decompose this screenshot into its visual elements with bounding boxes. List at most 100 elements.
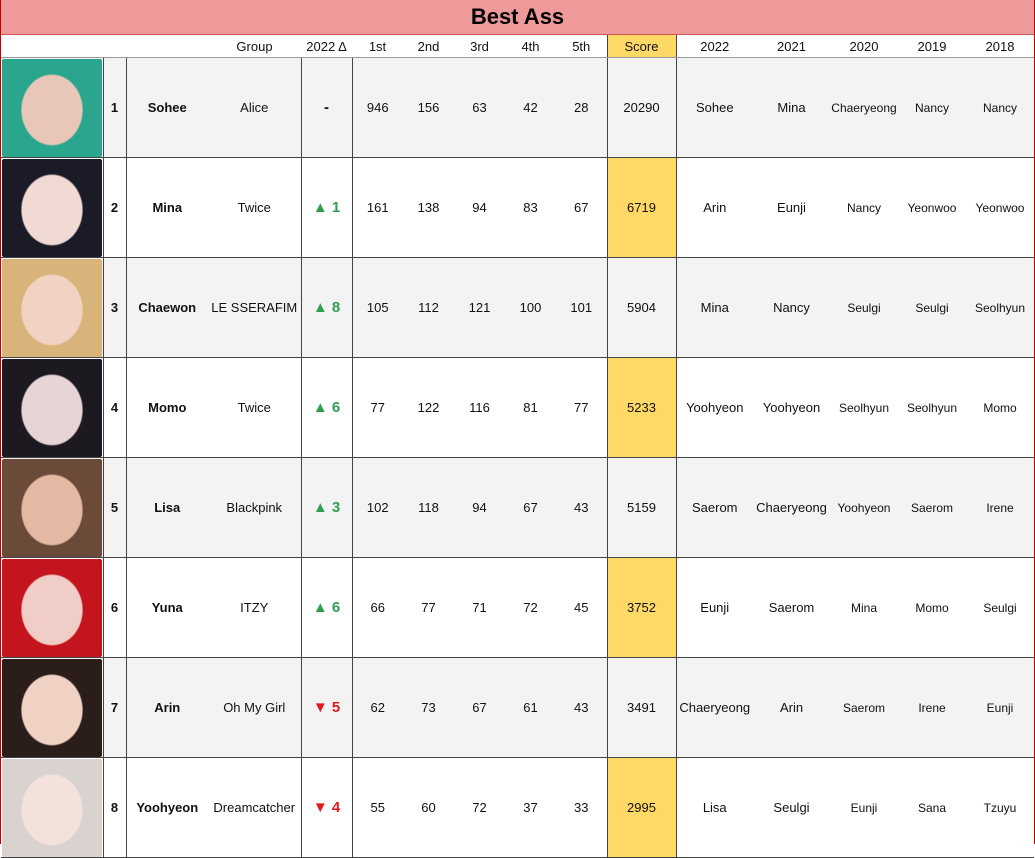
rank-cell: 2 [102, 157, 127, 258]
name-cell: Sohee [126, 57, 208, 158]
group-cell: ITZY [208, 557, 301, 658]
avatar [1, 58, 102, 157]
score-cell: 5159 [606, 457, 677, 558]
photo-cell [1, 557, 103, 658]
first-votes-cell: 946 [352, 57, 403, 158]
score-cell: 20290 [606, 57, 677, 158]
fourth-votes-cell: 83 [505, 157, 556, 258]
name-cell: Yuna [126, 557, 208, 658]
delta-cell: ▲ 3 [300, 457, 353, 558]
second-votes-cell: 112 [403, 257, 454, 358]
rank-2020-cell: Saerom [830, 657, 898, 758]
header-2021: 2021 [753, 35, 830, 58]
rank-2022-cell: Lisa [676, 757, 753, 858]
rank-cell: 3 [102, 257, 127, 358]
avatar [1, 258, 102, 357]
group-cell: LE SSERAFIM [208, 257, 301, 358]
delta-cell: ▲ 6 [300, 557, 353, 658]
second-votes-cell: 118 [403, 457, 454, 558]
first-votes-cell: 105 [352, 257, 403, 358]
third-votes-cell: 121 [454, 257, 505, 358]
first-votes-cell: 77 [352, 357, 403, 458]
fourth-votes-cell: 61 [505, 657, 556, 758]
photo-cell [1, 57, 103, 158]
fourth-votes-cell: 37 [505, 757, 556, 858]
rank-2018-cell: Nancy [966, 57, 1034, 158]
rank-2019-cell: Sana [898, 757, 966, 858]
photo-cell [1, 157, 103, 258]
avatar [1, 658, 102, 757]
rank-2022-cell: Mina [676, 257, 753, 358]
rank-2019-cell: Saerom [898, 457, 966, 558]
rank-2018-cell: Irene [966, 457, 1034, 558]
delta-cell: ▲ 8 [300, 257, 353, 358]
name-cell: Momo [126, 357, 208, 458]
photo-cell [1, 757, 103, 858]
score-cell: 6719 [606, 157, 677, 258]
second-votes-cell: 73 [403, 657, 454, 758]
delta-cell: - [300, 57, 353, 158]
rank-2019-cell: Momo [898, 557, 966, 658]
header-score: Score [606, 35, 677, 58]
fifth-votes-cell: 45 [556, 557, 607, 658]
header-2022: 2022 [676, 35, 753, 58]
rank-2021-cell: Chaeryeong [753, 457, 830, 558]
rank-2020-cell: Seulgi [830, 257, 898, 358]
first-votes-cell: 161 [352, 157, 403, 258]
rank-2022-cell: Eunji [676, 557, 753, 658]
header-5th: 5th [556, 35, 607, 58]
fifth-votes-cell: 33 [556, 757, 607, 858]
header-rank [103, 35, 126, 58]
group-cell: Blackpink [208, 457, 301, 558]
rank-2021-cell: Seulgi [753, 757, 830, 858]
rank-2019-cell: Irene [898, 657, 966, 758]
table-row: 5 Lisa Blackpink ▲ 3 102 118 94 67 43 51… [1, 457, 1034, 558]
rank-2020-cell: Mina [830, 557, 898, 658]
rank-2022-cell: Chaeryeong [676, 657, 753, 758]
rank-cell: 5 [102, 457, 127, 558]
photo-cell [1, 257, 103, 358]
rank-2018-cell: Momo [966, 357, 1034, 458]
rank-2021-cell: Nancy [753, 257, 830, 358]
group-cell: Twice [208, 157, 301, 258]
rank-2018-cell: Seulgi [966, 557, 1034, 658]
table-row: 8 Yoohyeon Dreamcatcher ▼ 4 55 60 72 37 … [1, 757, 1034, 858]
fourth-votes-cell: 72 [505, 557, 556, 658]
first-votes-cell: 102 [352, 457, 403, 558]
table-row: 2 Mina Twice ▲ 1 161 138 94 83 67 6719 A… [1, 157, 1034, 258]
avatar [1, 458, 102, 557]
rank-2018-cell: Eunji [966, 657, 1034, 758]
rank-2022-cell: Sohee [676, 57, 753, 158]
rank-2020-cell: Chaeryeong [830, 57, 898, 158]
rank-cell: 1 [102, 57, 127, 158]
first-votes-cell: 55 [352, 757, 403, 858]
page-title: Best Ass [470, 4, 565, 29]
ranking-sheet: Best Ass Group 2022 Δ 1st 2nd 3rd 4th 5t… [0, 0, 1035, 858]
name-cell: Mina [126, 157, 208, 258]
name-cell: Yoohyeon [126, 757, 208, 858]
ranking-table: Group 2022 Δ 1st 2nd 3rd 4th 5th Score 2… [1, 35, 1034, 858]
third-votes-cell: 94 [454, 457, 505, 558]
score-cell: 3752 [606, 557, 677, 658]
fifth-votes-cell: 77 [556, 357, 607, 458]
header-3rd: 3rd [454, 35, 505, 58]
rank-cell: 4 [102, 357, 127, 458]
group-cell: Oh My Girl [208, 657, 301, 758]
avatar [1, 158, 102, 257]
rank-2022-cell: Saerom [676, 457, 753, 558]
header-group: Group [208, 35, 301, 58]
rank-2021-cell: Yoohyeon [753, 357, 830, 458]
second-votes-cell: 122 [403, 357, 454, 458]
rank-cell: 6 [102, 557, 127, 658]
table-row: 4 Momo Twice ▲ 6 77 122 116 81 77 5233 Y… [1, 357, 1034, 458]
header-2nd: 2nd [403, 35, 454, 58]
photo-cell [1, 657, 103, 758]
avatar [1, 758, 102, 857]
header-1st: 1st [352, 35, 403, 58]
rank-cell: 8 [102, 757, 127, 858]
score-cell: 2995 [606, 757, 677, 858]
third-votes-cell: 67 [454, 657, 505, 758]
rank-2022-cell: Arin [676, 157, 753, 258]
delta-cell: ▲ 6 [300, 357, 353, 458]
header-2019: 2019 [898, 35, 966, 58]
